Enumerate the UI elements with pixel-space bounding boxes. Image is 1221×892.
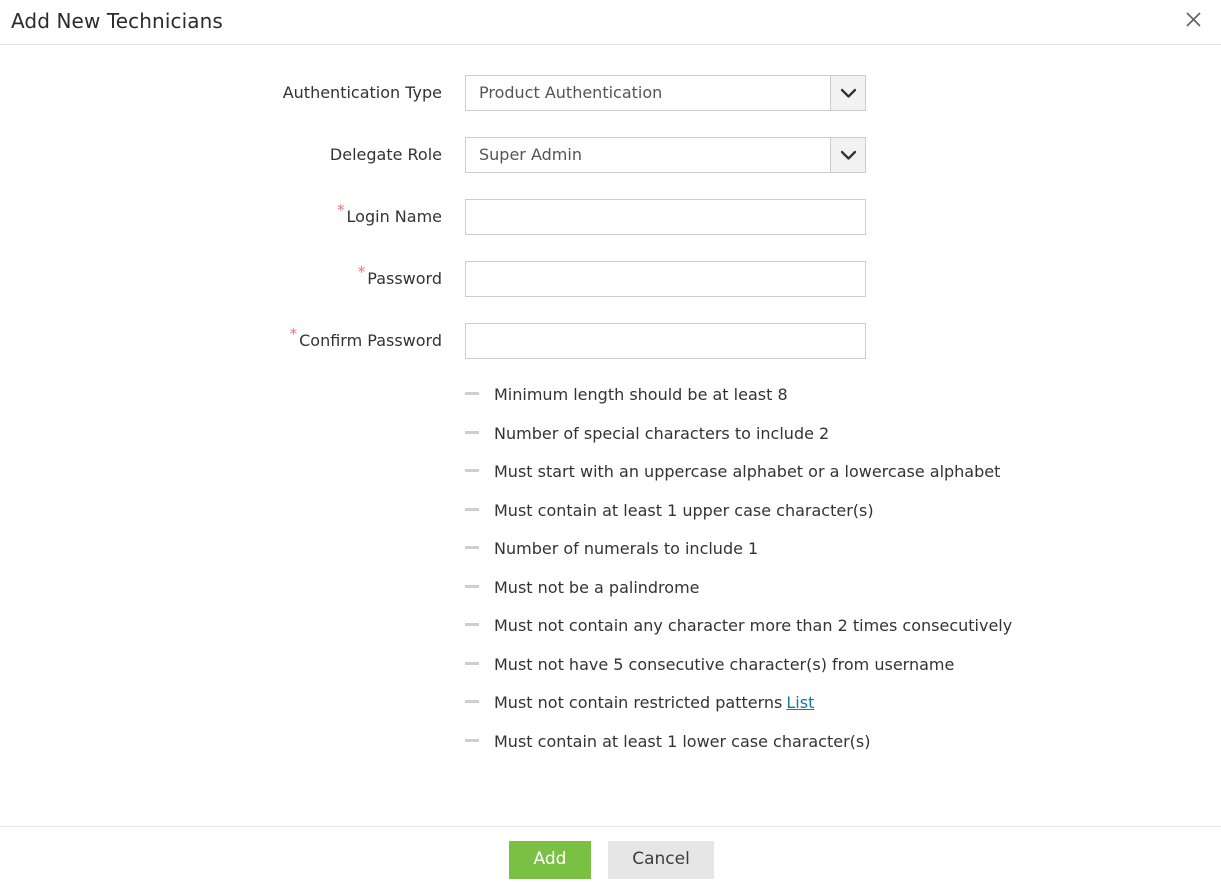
- control-password: [465, 261, 866, 297]
- control-login-name: [465, 199, 866, 235]
- policy-rule-text: Must not contain restricted patternsList: [494, 693, 814, 713]
- required-asterisk: *: [290, 323, 298, 345]
- label-text: Confirm Password: [299, 331, 442, 350]
- policy-rule: Must contain at least 1 upper case chara…: [465, 501, 1221, 540]
- dash-icon: [465, 700, 479, 703]
- dash-icon: [465, 469, 479, 472]
- dash-icon: [465, 662, 479, 665]
- policy-rule: Must not contain any character more than…: [465, 616, 1221, 655]
- policy-rule-text: Must not have 5 consecutive character(s)…: [494, 655, 954, 675]
- form-row-confirm-password: *Confirm Password: [0, 323, 1221, 359]
- form-row-delegate-role: Delegate Role Super Admin: [0, 137, 1221, 173]
- cancel-button[interactable]: Cancel: [608, 841, 714, 879]
- policy-rule: Must not have 5 consecutive character(s)…: [465, 655, 1221, 694]
- form-row-authentication-type: Authentication Type Product Authenticati…: [0, 75, 1221, 111]
- label-text: Password: [367, 269, 442, 288]
- control-confirm-password: [465, 323, 866, 359]
- dash-icon: [465, 508, 479, 511]
- control-authentication-type: Product Authentication: [465, 75, 866, 111]
- label-confirm-password: *Confirm Password: [0, 323, 442, 359]
- password-policy-list: Minimum length should be at least 8 Numb…: [465, 385, 1221, 770]
- dialog-footer: Add Cancel: [0, 826, 1221, 892]
- confirm-password-input[interactable]: [465, 323, 866, 359]
- label-password: *Password: [0, 261, 442, 297]
- label-delegate-role: Delegate Role: [0, 137, 442, 173]
- dash-icon: [465, 623, 479, 626]
- password-input[interactable]: [465, 261, 866, 297]
- policy-rule-text: Must not be a palindrome: [494, 578, 700, 598]
- delegate-role-value: Super Admin: [466, 138, 830, 172]
- restricted-patterns-list-link[interactable]: List: [786, 693, 814, 712]
- chevron-down-icon[interactable]: [830, 138, 865, 172]
- policy-rule: Must start with an uppercase alphabet or…: [465, 462, 1221, 501]
- delegate-role-select[interactable]: Super Admin: [465, 137, 866, 173]
- form-row-login-name: *Login Name: [0, 199, 1221, 235]
- policy-rule: Must not be a palindrome: [465, 578, 1221, 617]
- label-text: Delegate Role: [330, 145, 442, 164]
- policy-rule: Number of special characters to include …: [465, 424, 1221, 463]
- policy-rule-restricted-patterns: Must not contain restricted patternsList: [465, 693, 1221, 732]
- dash-icon: [465, 431, 479, 434]
- policy-rule-text-part: Must not contain restricted patterns: [494, 693, 782, 712]
- add-button[interactable]: Add: [509, 841, 591, 879]
- policy-rule: Minimum length should be at least 8: [465, 385, 1221, 424]
- dash-icon: [465, 546, 479, 549]
- dash-icon: [465, 392, 479, 395]
- label-text: Authentication Type: [283, 83, 442, 102]
- policy-rule-text: Minimum length should be at least 8: [494, 385, 788, 405]
- label-authentication-type: Authentication Type: [0, 75, 442, 111]
- add-technician-dialog: Add New Technicians Authentication Type …: [0, 0, 1221, 892]
- required-asterisk: *: [358, 261, 366, 283]
- label-login-name: *Login Name: [0, 199, 442, 235]
- authentication-type-value: Product Authentication: [466, 76, 830, 110]
- policy-rule: Must contain at least 1 lower case chara…: [465, 732, 1221, 771]
- policy-rule-text: Must contain at least 1 upper case chara…: [494, 501, 874, 521]
- dialog-body: Authentication Type Product Authenticati…: [0, 45, 1221, 826]
- login-name-input[interactable]: [465, 199, 866, 235]
- form-row-password: *Password: [0, 261, 1221, 297]
- policy-rule: Number of numerals to include 1: [465, 539, 1221, 578]
- dialog-header: Add New Technicians: [0, 0, 1221, 45]
- required-asterisk: *: [337, 199, 345, 221]
- policy-rule-text: Number of special characters to include …: [494, 424, 829, 444]
- page-title: Add New Technicians: [11, 11, 223, 34]
- dash-icon: [465, 585, 479, 588]
- label-text: Login Name: [347, 207, 442, 226]
- close-icon[interactable]: [1179, 5, 1207, 33]
- policy-rule-text: Must start with an uppercase alphabet or…: [494, 462, 1000, 482]
- policy-rule-text: Number of numerals to include 1: [494, 539, 758, 559]
- policy-rule-text: Must contain at least 1 lower case chara…: [494, 732, 870, 752]
- policy-rule-text: Must not contain any character more than…: [494, 616, 1012, 636]
- authentication-type-select[interactable]: Product Authentication: [465, 75, 866, 111]
- chevron-down-icon[interactable]: [830, 76, 865, 110]
- control-delegate-role: Super Admin: [465, 137, 866, 173]
- dash-icon: [465, 739, 479, 742]
